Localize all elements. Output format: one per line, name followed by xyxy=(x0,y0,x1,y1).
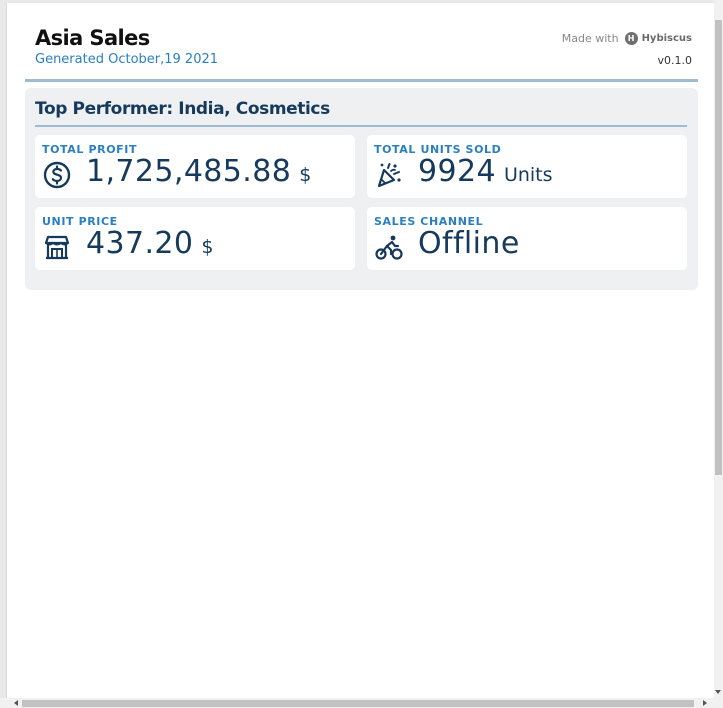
dollar-circle-icon xyxy=(42,160,72,190)
card-value: 437.20 xyxy=(86,226,194,261)
card-value: 9924 xyxy=(418,154,496,189)
top-performer-panel: Top Performer: India, Cosmetics TOTAL PR… xyxy=(25,88,698,290)
panel-title: Top Performer: India, Cosmetics xyxy=(35,99,687,127)
card-value: 1,725,485.88 xyxy=(86,154,292,189)
horizontal-scrollbar-thumb[interactable] xyxy=(22,700,694,707)
report-header: Asia Sales Generated October,19 2021 Mad… xyxy=(25,3,698,82)
card-total-profit: TOTAL PROFIT 1,725,485.88 $ xyxy=(35,135,355,198)
vertical-scrollbar[interactable] xyxy=(714,0,723,698)
version-label: v0.1.0 xyxy=(657,54,693,67)
report-page: Asia Sales Generated October,19 2021 Mad… xyxy=(6,3,715,698)
horizontal-scrollbar[interactable] xyxy=(0,698,723,708)
generated-date: Generated October,19 2021 xyxy=(35,52,219,67)
scroll-right-arrow-icon[interactable] xyxy=(703,700,707,706)
card-unit: $ xyxy=(201,236,214,258)
card-unit: $ xyxy=(299,164,312,186)
card-value: Offline xyxy=(418,226,520,261)
bicycle-icon xyxy=(374,232,404,262)
card-total-units-sold: TOTAL UNITS SOLD 9924 Units xyxy=(367,135,687,198)
storefront-icon xyxy=(42,232,72,262)
page-title: Asia Sales xyxy=(35,26,150,50)
card-unit-price: UNIT PRICE 437.20 $ xyxy=(35,207,355,270)
scroll-left-arrow-icon[interactable] xyxy=(14,700,18,706)
vertical-scrollbar-thumb[interactable] xyxy=(715,20,722,475)
confetti-icon xyxy=(374,160,404,190)
hybiscus-logo-icon: H xyxy=(624,32,638,45)
scroll-down-arrow-icon[interactable] xyxy=(715,690,721,694)
made-with-badge[interactable]: Made with H Hybiscus xyxy=(562,32,692,45)
made-with-label: Made with xyxy=(561,32,619,45)
brand-name: Hybiscus xyxy=(641,33,692,44)
card-sales-channel: SALES CHANNEL Offline xyxy=(367,207,687,270)
card-unit: Units xyxy=(503,164,553,186)
